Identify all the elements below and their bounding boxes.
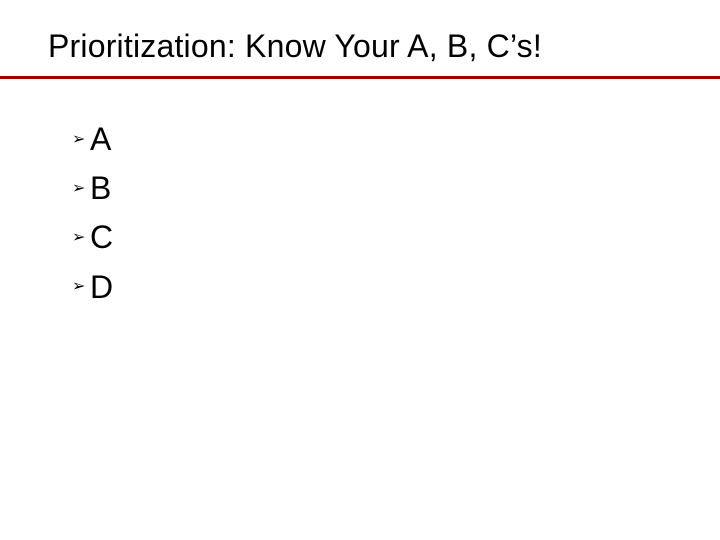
list-item: ➢ B (72, 167, 113, 210)
list-item: ➢ C (72, 216, 113, 259)
list-item-label: C (90, 216, 113, 259)
bullet-list: ➢ A ➢ B ➢ C ➢ D (72, 112, 113, 315)
slide: Prioritization: Know Your A, B, C’s! ➢ A… (0, 0, 720, 540)
list-item-label: D (90, 266, 113, 309)
list-item: ➢ D (72, 266, 113, 309)
list-item-label: B (90, 167, 111, 210)
chevron-right-icon: ➢ (72, 230, 90, 246)
chevron-right-icon: ➢ (72, 279, 90, 295)
chevron-right-icon: ➢ (72, 132, 90, 148)
list-item: ➢ A (72, 118, 113, 161)
chevron-right-icon: ➢ (72, 181, 90, 197)
title-underline-rule (0, 76, 720, 79)
slide-title: Prioritization: Know Your A, B, C’s! (48, 28, 672, 65)
list-item-label: A (90, 118, 111, 161)
